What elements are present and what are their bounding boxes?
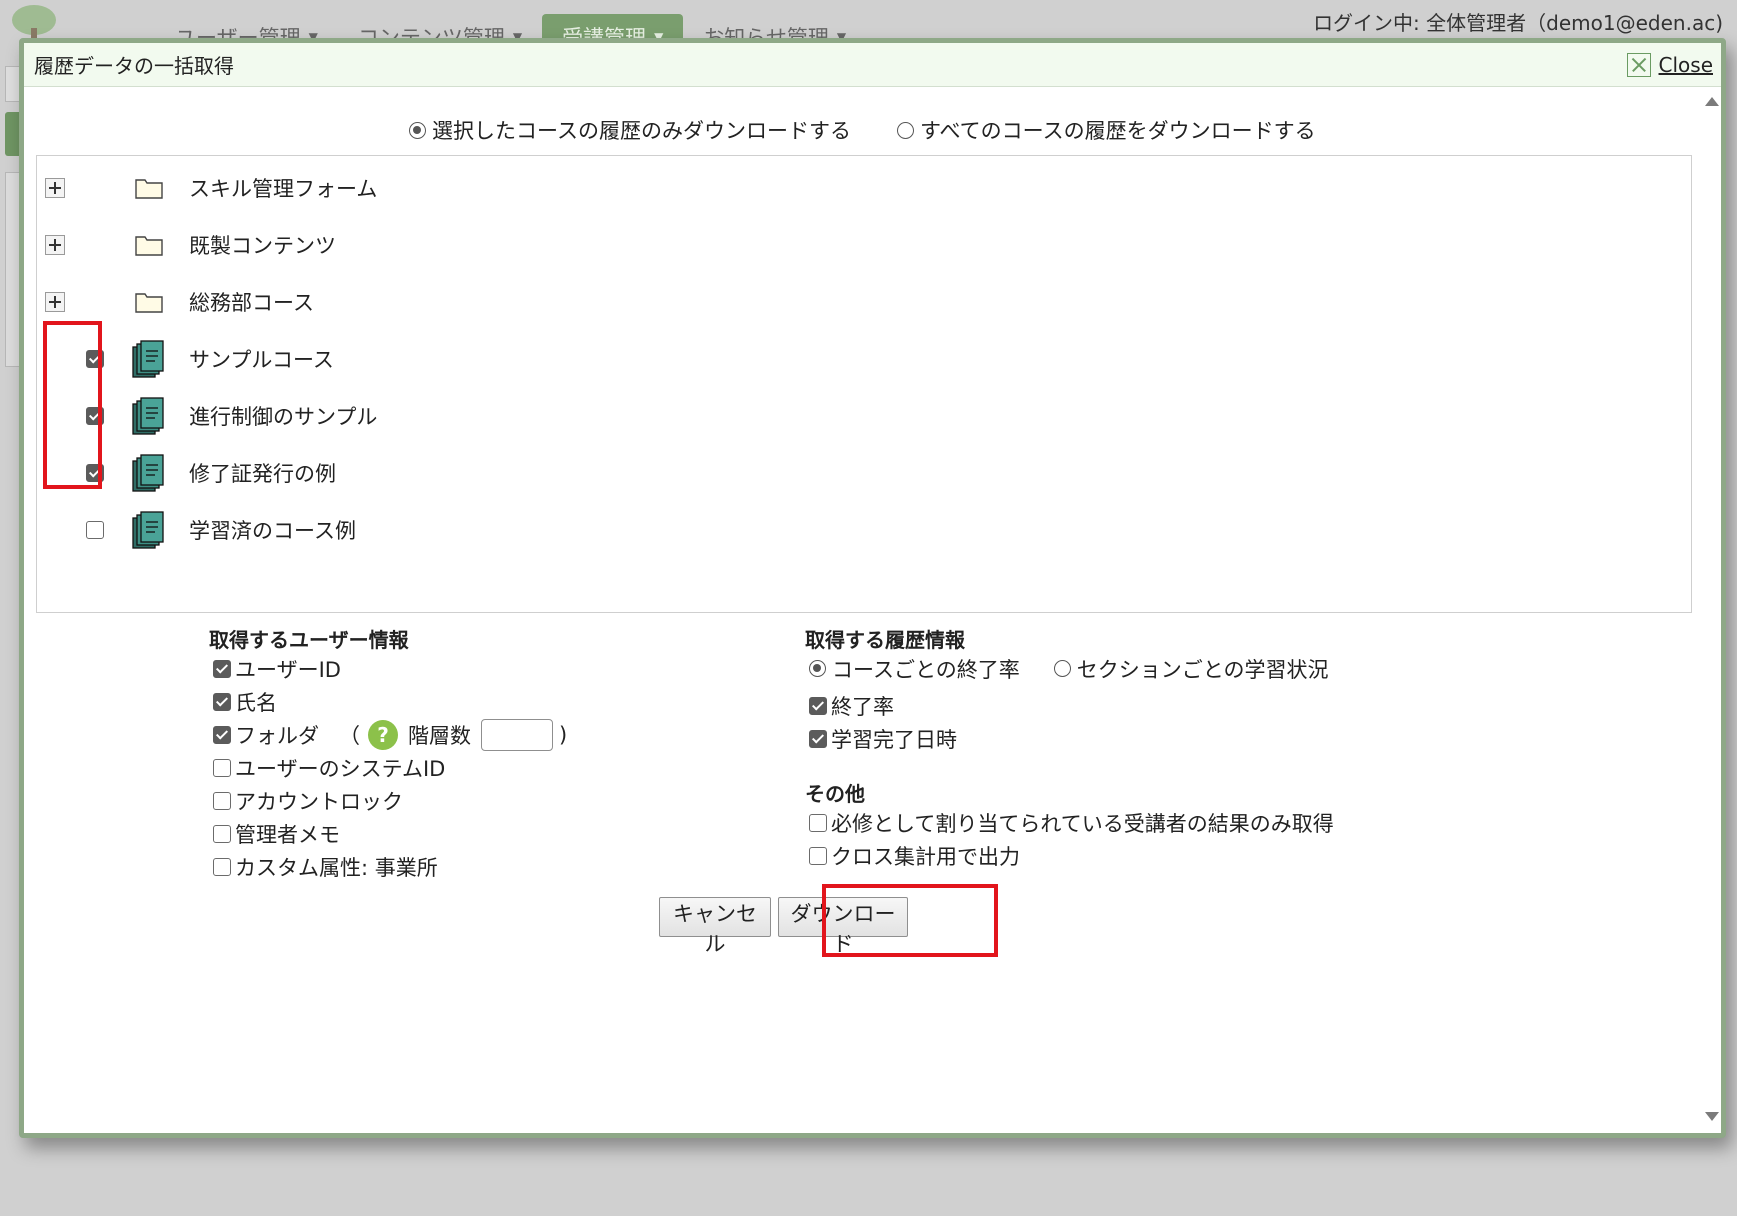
option-label: 氏名 [235,690,277,715]
folder-label: 既製コンテンツ [189,234,336,258]
tree-course-row[interactable]: 修了証発行の例 [37,448,1691,498]
user-info-options: ユーザーID 氏名 フォルダ （ ? 階層数 ) ユーザーのシステムID アカウ… [213,652,567,883]
option-label: カスタム属性: 事業所 [235,855,438,880]
tree-course-row[interactable]: サンプルコース [37,334,1691,384]
expand-plus-icon[interactable] [45,178,65,198]
option-name[interactable]: 氏名 [213,685,567,718]
option-completion-rate[interactable]: 終了率 [809,689,1329,722]
folder-label: 総務部コース [189,291,314,315]
folder-icon [135,179,163,199]
checkbox[interactable] [213,857,231,876]
radio-selected-courses[interactable]: 選択したコースの履歴のみダウンロードする [409,115,851,145]
option-required-only[interactable]: 必修として割り当てられている受講者の結果のみ取得 [809,806,1334,839]
course-label: サンプルコース [189,348,334,372]
scroll-up-arrow-icon[interactable] [1705,97,1719,106]
history-mode-radio-group: コースごとの終了率 セクションごとの学習状況 [809,652,1329,685]
highlight-box-checked-courses [43,321,102,489]
radio-label: コースごとの終了率 [832,657,1020,682]
radio-label: 選択したコースの履歴のみダウンロードする [432,119,851,143]
other-options: 必修として割り当てられている受講者の結果のみ取得 クロス集計用で出力 [809,806,1334,872]
checkbox[interactable] [809,813,827,832]
option-user-id[interactable]: ユーザーID [213,652,567,685]
course-book-icon [132,454,164,492]
course-book-icon [132,397,164,435]
checkbox[interactable] [213,758,231,777]
close-button[interactable]: Close [1626,52,1713,77]
tree-logo-icon [12,5,56,40]
radio-button[interactable] [1053,660,1071,677]
radio-button[interactable] [896,121,914,139]
option-cross-tab[interactable]: クロス集計用で出力 [809,839,1334,872]
help-question-icon[interactable]: ? [368,719,398,750]
checkbox[interactable] [809,729,827,748]
dialog-body: 選択したコースの履歴のみダウンロードする すべてのコースの履歴をダウンロードする… [24,87,1721,1133]
dialog-header: 履歴データの一括取得 Close [24,43,1721,87]
option-label: クロス集計用で出力 [831,844,1020,869]
other-title: その他 [805,782,865,806]
checkbox[interactable] [213,659,231,678]
option-label: 学習完了日時 [831,727,957,752]
tree-course-row[interactable]: 進行制御のサンプル [37,391,1691,441]
option-system-id[interactable]: ユーザーのシステムID [213,751,567,784]
user-info-title: 取得するユーザー情報 [209,628,409,652]
checkbox[interactable] [213,824,231,843]
option-label: アカウントロック [235,789,403,814]
course-label: 修了証発行の例 [189,462,336,486]
course-checkbox[interactable] [86,521,104,539]
option-label: 管理者メモ [235,822,340,847]
scope-radio-group: 選択したコースの履歴のみダウンロードする すべてのコースの履歴をダウンロードする [409,115,1316,145]
option-folder[interactable]: フォルダ （ ? 階層数 ) [213,718,567,751]
course-label: 学習済のコース例 [189,519,356,543]
radio-label: すべてのコースの履歴をダウンロードする [919,119,1316,143]
highlight-box-download-button [822,884,998,957]
paren-close: ) [559,722,568,747]
history-info-title: 取得する履歴情報 [805,628,965,652]
option-label: 終了率 [831,694,894,719]
level-count-input[interactable] [481,718,553,751]
tree-course-row[interactable]: 学習済のコース例 [37,505,1691,555]
expand-plus-icon[interactable] [45,235,65,255]
radio-label: セクションごとの学習状況 [1076,657,1329,682]
close-label: Close [1658,52,1713,77]
tree-folder-row[interactable]: 既製コンテンツ [37,220,1691,270]
checkbox[interactable] [213,791,231,810]
checkbox[interactable] [213,692,231,711]
dialog-title: 履歴データの一括取得 [34,54,234,78]
level-label: 階層数 [408,723,471,748]
expand-plus-icon[interactable] [45,292,65,312]
tree-folder-row[interactable]: 総務部コース [37,277,1691,327]
course-label: 進行制御のサンプル [189,405,378,429]
option-custom-attribute[interactable]: カスタム属性: 事業所 [213,850,567,883]
close-icon [1626,52,1651,77]
course-book-icon [132,340,164,378]
folder-label: スキル管理フォーム [189,177,378,201]
folder-icon [135,236,163,256]
bulk-history-download-dialog: 履歴データの一括取得 Close 選択したコースの履歴のみダウンロードする すべ… [19,38,1726,1138]
option-label: フォルダ [235,723,319,748]
checkbox[interactable] [213,725,231,744]
option-label: ユーザーID [235,657,341,682]
tree-folder-row[interactable]: スキル管理フォーム [37,163,1691,213]
checkbox[interactable] [809,846,827,865]
course-book-icon [132,511,164,549]
scroll-down-arrow-icon[interactable] [1705,1112,1719,1121]
paren-open: （ [339,723,360,748]
option-label: 必修として割り当てられている受講者の結果のみ取得 [831,811,1334,836]
history-info-options: コースごとの終了率 セクションごとの学習状況 終了率 学習完了日時 [809,652,1329,755]
folder-icon [135,293,163,313]
checkbox[interactable] [809,696,827,715]
login-status: ログイン中: 全体管理者（demo1@eden.ac) [1313,11,1723,35]
radio-course-completion[interactable]: コースごとの終了率 [809,654,1020,684]
radio-section-status[interactable]: セクションごとの学習状況 [1053,654,1329,684]
cancel-button[interactable]: キャンセル [659,897,771,956]
radio-all-courses[interactable]: すべてのコースの履歴をダウンロードする [896,115,1316,145]
course-tree: スキル管理フォーム 既製コンテンツ 総務部コース サンプルコース 進行制御のサン… [36,155,1692,613]
radio-button[interactable] [809,660,826,677]
radio-button[interactable] [409,121,426,139]
option-completion-datetime[interactable]: 学習完了日時 [809,722,1329,755]
option-account-lock[interactable]: アカウントロック [213,784,567,817]
option-admin-memo[interactable]: 管理者メモ [213,817,567,850]
option-label: ユーザーのシステムID [235,756,446,781]
